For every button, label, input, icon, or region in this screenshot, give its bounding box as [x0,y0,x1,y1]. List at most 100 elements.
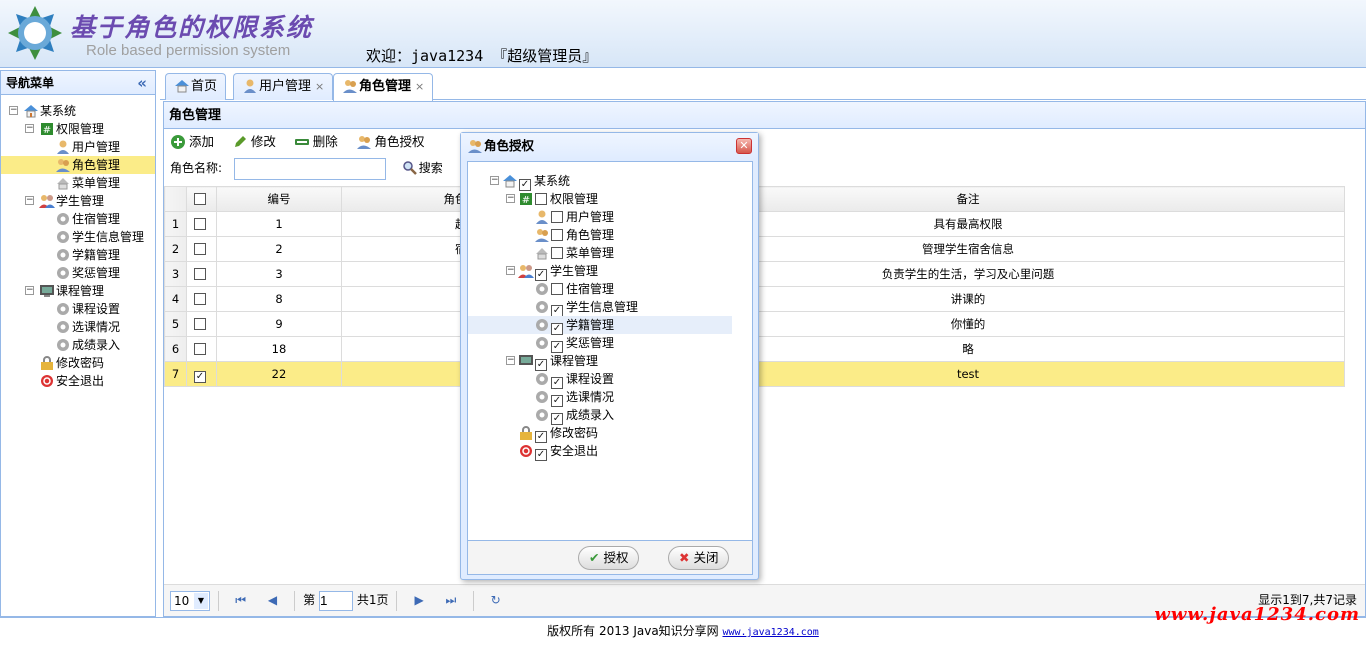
checkbox-unchecked[interactable] [551,247,563,259]
collapse-toggle-icon[interactable]: − [25,286,34,295]
permission-tree-container: − ✓ 某系统 − # 权限管理 用户管理 角色管理 菜单管理 − ✓ 学生管理 住宿管理 … [467,161,753,541]
row-checkbox[interactable]: ✓ [186,361,217,387]
search-label: 角色名称: [170,161,223,175]
nav-item-logout[interactable]: 安全退出 [1,372,155,390]
dialog-close-button[interactable]: ✖ 关闭 [668,546,730,570]
perm-node-permission[interactable]: − # 权限管理 [468,190,752,208]
refresh-icon[interactable]: ↻ [488,585,504,615]
close-icon[interactable]: × [315,80,324,93]
perm-node-course-setup[interactable]: ✓ 课程设置 [468,370,752,389]
row-number: 5 [164,311,187,337]
footer-link[interactable]: www.java1234.com [723,627,819,638]
row-checkbox[interactable] [186,236,217,262]
row-checkbox[interactable] [186,261,217,287]
collapse-toggle-icon[interactable]: − [506,194,515,203]
perm-node-dorm[interactable]: 住宿管理 [468,280,752,298]
nav-item-roles[interactable]: 角色管理 [1,156,155,174]
row-checkbox[interactable] [186,311,217,337]
dialog-close-icon[interactable]: ✕ [736,138,752,154]
nav-item-status[interactable]: 学籍管理 [1,246,155,264]
total-pages: 共1页 [356,593,389,607]
add-button[interactable]: 添加 [170,129,214,155]
checkbox-unchecked[interactable] [535,193,547,205]
perm-node-reward[interactable]: ✓ 奖惩管理 [468,334,752,353]
edit-button[interactable]: 修改 [232,129,276,155]
home-icon [502,173,518,189]
collapse-toggle-icon[interactable]: − [9,106,18,115]
collapse-toggle-icon[interactable]: − [490,176,499,185]
nav-tree-root[interactable]: − 某系统 [1,102,155,120]
checkbox-checked[interactable]: ✓ [535,449,547,461]
last-page-icon[interactable]: ⏭ [443,585,459,615]
perm-node-roles[interactable]: 角色管理 [468,226,752,244]
perm-node-users[interactable]: 用户管理 [468,208,752,226]
nav-item-reward[interactable]: 奖惩管理 [1,264,155,282]
home-icon [23,103,39,119]
page-label: 第 [303,593,316,607]
perm-node-change-password[interactable]: ✓ 修改密码 [468,424,752,443]
students-icon [518,263,534,279]
perm-node-menus[interactable]: 菜单管理 [468,244,752,262]
column-header-id[interactable]: 编号 [216,186,342,212]
collapse-toggle-icon[interactable]: − [506,266,515,275]
role-icon [534,227,550,243]
page-size-select[interactable]: 10 ▼ [170,590,210,611]
select-all-checkbox[interactable] [186,186,217,212]
checkbox-unchecked[interactable] [551,283,563,295]
nav-item-change-password[interactable]: 修改密码 [1,354,155,372]
tab-roles[interactable]: 角色管理 × [333,73,434,101]
gear-icon [55,319,71,335]
check-icon: ✔ [589,550,600,565]
close-icon[interactable]: × [415,80,424,93]
checkbox-unchecked[interactable] [551,211,563,223]
perm-node-course-select[interactable]: ✓ 选课情况 [468,388,752,407]
delete-button[interactable]: 删除 [294,129,338,155]
nav-item-course-select[interactable]: 选课情况 [1,318,155,336]
nav-item-users[interactable]: 用户管理 [1,138,155,156]
nav-item-dorm[interactable]: 住宿管理 [1,210,155,228]
collapse-toggle-icon[interactable]: − [506,356,515,365]
checkbox-unchecked[interactable] [551,229,563,241]
tab-users[interactable]: 用户管理 × [233,73,334,100]
cell-id: 9 [216,311,342,337]
svg-text:#: # [522,195,530,206]
next-page-icon[interactable]: ▶ [411,585,427,615]
search-button[interactable]: 搜索 [402,161,443,175]
nav-group-course[interactable]: − 课程管理 [1,282,155,300]
nav-item-course-setup[interactable]: 课程设置 [1,300,155,318]
page-number-input[interactable] [318,590,353,611]
row-number: 1 [164,211,187,237]
row-checkbox[interactable] [186,211,217,237]
pencil-icon [232,133,248,149]
gear-icon [534,281,550,297]
collapse-toggle-icon[interactable]: − [25,196,34,205]
row-checkbox[interactable] [186,336,217,362]
monitor-icon [39,283,55,299]
authorize-confirm-button[interactable]: ✔ 授权 [578,546,640,570]
authorize-button[interactable]: 角色授权 [356,129,425,155]
perm-node-root[interactable]: − ✓ 某系统 [468,172,752,191]
nav-item-student-info[interactable]: 学生信息管理 [1,228,155,246]
nav-group-student[interactable]: − 学生管理 [1,192,155,210]
tab-home[interactable]: 首页 [165,73,227,100]
role-name-input[interactable] [233,157,386,180]
svg-text:#: # [43,125,51,136]
first-page-icon[interactable]: ⏮ [233,585,249,615]
gear-icon [534,389,550,405]
prev-page-icon[interactable]: ◀ [264,585,280,615]
collapse-toggle-icon[interactable]: − [25,124,34,133]
perm-node-student[interactable]: − ✓ 学生管理 [468,262,752,281]
nav-item-menus[interactable]: 菜单管理 [1,174,155,192]
nav-item-grades[interactable]: 成绩录入 [1,336,155,354]
search-bar: 角色名称: 搜索 [164,155,1365,181]
perm-node-course[interactable]: − ✓ 课程管理 [468,352,752,371]
perm-node-grades[interactable]: ✓ 成绩录入 [468,406,752,425]
exit-icon [39,373,55,389]
perm-node-logout[interactable]: ✓ 安全退出 [468,442,752,461]
nav-group-permission[interactable]: − # 权限管理 [1,120,155,138]
perm-node-student-info[interactable]: ✓ 学生信息管理 [468,298,752,317]
perm-node-status[interactable]: ✓ 学籍管理 [468,316,732,335]
logo-icon [6,4,64,62]
row-checkbox[interactable] [186,286,217,312]
collapse-icon[interactable]: « [137,71,147,95]
